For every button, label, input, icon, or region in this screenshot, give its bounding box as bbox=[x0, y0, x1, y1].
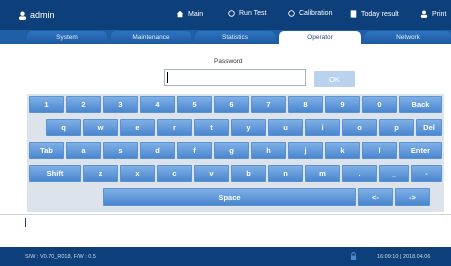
tab-operator[interactable]: Operator bbox=[279, 31, 361, 44]
status-bar: S/W : V0.70_R018, F/W : 0.5 16:09:10 | 2… bbox=[0, 247, 451, 266]
key-g[interactable]: g bbox=[214, 142, 249, 159]
key-9[interactable]: 9 bbox=[325, 96, 360, 113]
key-r[interactable]: r bbox=[157, 119, 192, 136]
nav-today-result[interactable]: Today result bbox=[350, 10, 399, 18]
key-a[interactable]: a bbox=[66, 142, 101, 159]
key-4[interactable]: 4 bbox=[140, 96, 175, 113]
tab-network[interactable]: Network bbox=[365, 31, 451, 44]
lock-icon bbox=[350, 252, 357, 260]
radio-icon bbox=[288, 10, 295, 17]
key-o[interactable]: o bbox=[342, 119, 377, 136]
key-s[interactable]: s bbox=[103, 142, 138, 159]
ok-button[interactable]: OK bbox=[314, 71, 355, 87]
nav-calibration[interactable]: Calibration bbox=[288, 10, 332, 17]
user-icon bbox=[18, 11, 27, 20]
key-3[interactable]: 3 bbox=[103, 96, 138, 113]
document-icon bbox=[350, 10, 357, 18]
key-n[interactable]: n bbox=[268, 165, 303, 182]
key-8[interactable]: 8 bbox=[288, 96, 323, 113]
key-1[interactable]: 1 bbox=[29, 96, 64, 113]
key-tab[interactable]: Tab bbox=[29, 142, 64, 159]
key-j[interactable]: j bbox=[288, 142, 323, 159]
key-m[interactable]: m bbox=[305, 165, 340, 182]
key-shift[interactable]: Shift bbox=[29, 165, 81, 182]
key-6[interactable]: 6 bbox=[214, 96, 249, 113]
key-hyphen[interactable]: - bbox=[411, 165, 442, 182]
key-5[interactable]: 5 bbox=[177, 96, 212, 113]
key-right-arrow[interactable]: -> bbox=[395, 188, 430, 206]
key-underscore[interactable]: _ bbox=[379, 165, 409, 182]
key-h[interactable]: h bbox=[251, 142, 286, 159]
key-t[interactable]: t bbox=[194, 119, 229, 136]
key-i[interactable]: i bbox=[305, 119, 340, 136]
key-p[interactable]: p bbox=[379, 119, 414, 136]
key-l[interactable]: l bbox=[362, 142, 397, 159]
key-u[interactable]: u bbox=[268, 119, 303, 136]
nav-main[interactable]: Main bbox=[176, 10, 203, 18]
datetime: 16:09:10 | 2018.04.06 bbox=[377, 254, 431, 260]
key-space[interactable]: Space bbox=[103, 188, 356, 206]
radio-icon bbox=[228, 10, 235, 17]
key-e[interactable]: e bbox=[120, 119, 155, 136]
tab-statistics[interactable]: Statistics bbox=[195, 31, 275, 44]
key-f[interactable]: f bbox=[177, 142, 212, 159]
tab-system[interactable]: System bbox=[27, 31, 107, 44]
user-indicator: admin bbox=[18, 10, 55, 20]
password-label: Password bbox=[214, 58, 243, 65]
user-icon bbox=[420, 10, 428, 18]
message-cursor bbox=[25, 218, 26, 227]
nav-run-test[interactable]: Run Test bbox=[228, 10, 267, 17]
key-x[interactable]: x bbox=[120, 165, 155, 182]
key-enter[interactable]: Enter bbox=[399, 142, 442, 159]
key-7[interactable]: 7 bbox=[251, 96, 286, 113]
key-k[interactable]: k bbox=[325, 142, 360, 159]
top-nav-bar: admin Main Run Test Calibration Today re… bbox=[0, 0, 451, 30]
key-d[interactable]: d bbox=[140, 142, 175, 159]
nav-print[interactable]: Print bbox=[420, 10, 446, 18]
divider bbox=[0, 214, 451, 215]
home-icon bbox=[176, 10, 184, 18]
key-del[interactable]: Del bbox=[416, 119, 442, 136]
key-v[interactable]: v bbox=[194, 165, 229, 182]
key-back[interactable]: Back bbox=[399, 96, 442, 113]
password-input[interactable] bbox=[164, 69, 306, 86]
key-period[interactable]: . bbox=[342, 165, 377, 182]
key-c[interactable]: c bbox=[157, 165, 192, 182]
key-w[interactable]: w bbox=[83, 119, 118, 136]
tab-maintenance[interactable]: Maintenance bbox=[111, 31, 191, 44]
key-2[interactable]: 2 bbox=[66, 96, 101, 113]
key-left-arrow[interactable]: <- bbox=[358, 188, 393, 206]
key-b[interactable]: b bbox=[231, 165, 266, 182]
key-0[interactable]: 0 bbox=[362, 96, 397, 113]
app-window: admin Main Run Test Calibration Today re… bbox=[0, 0, 451, 266]
key-z[interactable]: z bbox=[83, 165, 118, 182]
user-name: admin bbox=[30, 10, 55, 20]
key-y[interactable]: y bbox=[231, 119, 266, 136]
key-q[interactable]: q bbox=[46, 119, 81, 136]
firmware-version: S/W : V0.70_R018, F/W : 0.5 bbox=[25, 254, 96, 260]
text-cursor bbox=[167, 72, 168, 83]
